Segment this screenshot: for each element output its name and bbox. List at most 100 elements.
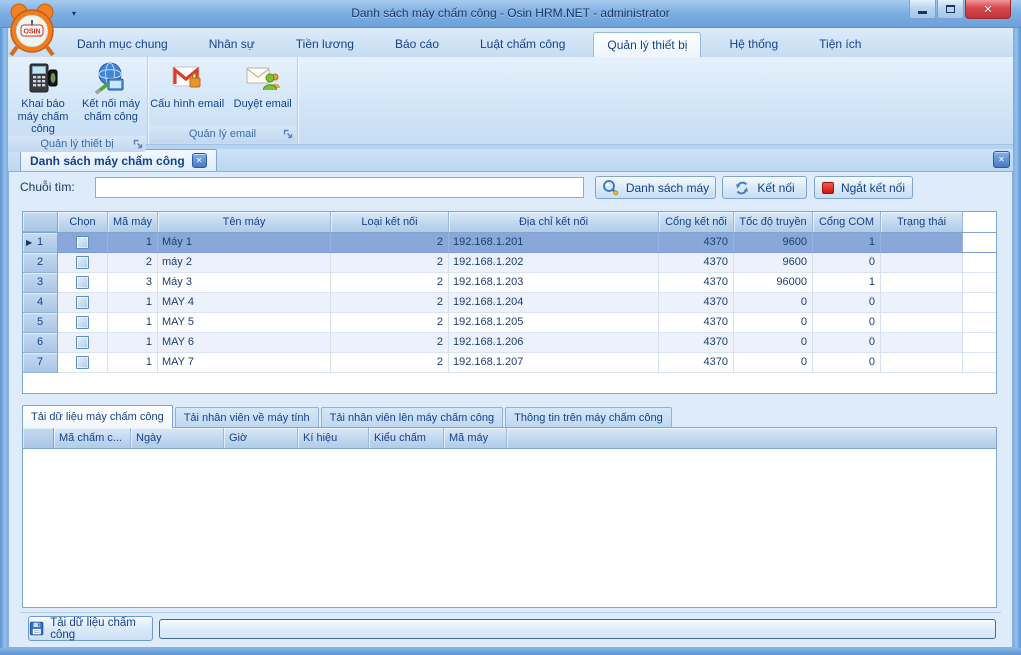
- cell-cong-com[interactable]: 1: [813, 233, 881, 253]
- cell-dia-chi-ket-noi[interactable]: 192.168.1.206: [449, 333, 659, 353]
- cell-trang-thai[interactable]: [881, 253, 963, 273]
- cell-toc-do-truyen[interactable]: 0: [734, 333, 813, 353]
- cell-ten-may[interactable]: MAY 7: [158, 353, 331, 373]
- cell-cong-com[interactable]: 0: [813, 313, 881, 333]
- col-cong-com[interactable]: Cổng COM: [813, 212, 881, 232]
- ribbon-tab[interactable]: Tiền lương: [283, 32, 367, 57]
- cell-chon[interactable]: [58, 273, 108, 293]
- cell-cong-ket-noi[interactable]: 4370: [659, 293, 734, 313]
- cell-toc-do-truyen[interactable]: 0: [734, 313, 813, 333]
- row-indicator[interactable]: 2: [23, 253, 58, 273]
- ket-noi-button[interactable]: Kết nối: [722, 176, 807, 199]
- col-cong-ket-noi[interactable]: Cổng kết nối: [659, 212, 734, 232]
- col-ma-may[interactable]: Mã máy: [108, 212, 158, 232]
- cell-cong-com[interactable]: 0: [813, 353, 881, 373]
- cell-loai-ket-noi[interactable]: 2: [331, 273, 449, 293]
- dialog-launcher-icon[interactable]: [283, 129, 293, 139]
- row-indicator[interactable]: 7: [23, 353, 58, 373]
- tai-du-lieu-cham-cong-button[interactable]: Tải dữ liệu chấm công: [28, 616, 153, 641]
- cell-chon[interactable]: [58, 333, 108, 353]
- panel-close-icon[interactable]: [993, 151, 1010, 168]
- col-ma-may[interactable]: Mã máy: [444, 428, 507, 448]
- cell-chon[interactable]: [58, 353, 108, 373]
- col-kieu-cham[interactable]: Kiểu chấm: [369, 428, 444, 448]
- cell-ten-may[interactable]: MAY 6: [158, 333, 331, 353]
- row-indicator[interactable]: 1: [23, 233, 58, 253]
- cell-trang-thai[interactable]: [881, 333, 963, 353]
- cau-hinh-email-button[interactable]: Cấu hình email: [148, 59, 226, 126]
- row-indicator[interactable]: 5: [23, 313, 58, 333]
- table-row[interactable]: 7 1 MAY 7 2 192.168.1.207 4370 0 0: [23, 353, 996, 373]
- col-toc-do-truyen[interactable]: Tốc độ truyền: [734, 212, 813, 232]
- cell-cong-com[interactable]: 1: [813, 273, 881, 293]
- cell-loai-ket-noi[interactable]: 2: [331, 233, 449, 253]
- khai-bao-may-cham-cong-button[interactable]: Khai báo máy chấm công: [10, 59, 76, 136]
- maximize-button[interactable]: [937, 0, 964, 19]
- cell-dia-chi-ket-noi[interactable]: 192.168.1.205: [449, 313, 659, 333]
- cell-trang-thai[interactable]: [881, 233, 963, 253]
- duyet-email-button[interactable]: Duyệt email: [228, 59, 297, 126]
- detail-tab[interactable]: Tải dữ liệu máy chấm công: [22, 405, 173, 428]
- cell-cong-ket-noi[interactable]: 4370: [659, 253, 734, 273]
- cell-ten-may[interactable]: máy 2: [158, 253, 331, 273]
- col-chon[interactable]: Chọn: [58, 212, 108, 232]
- cell-trang-thai[interactable]: [881, 273, 963, 293]
- ngat-ket-noi-button[interactable]: Ngắt kết nối: [814, 176, 913, 199]
- cell-cong-com[interactable]: 0: [813, 253, 881, 273]
- table-row[interactable]: 3 3 Máy 3 2 192.168.1.203 4370 96000 1: [23, 273, 996, 293]
- detail-tab[interactable]: Tải nhân viên lên máy chấm công: [321, 407, 503, 428]
- table-row[interactable]: 4 1 MAY 4 2 192.168.1.204 4370 0 0: [23, 293, 996, 313]
- cell-ma-may[interactable]: 1: [108, 353, 158, 373]
- cell-trang-thai[interactable]: [881, 313, 963, 333]
- cell-loai-ket-noi[interactable]: 2: [331, 353, 449, 373]
- ribbon-tab[interactable]: Danh mục chung: [64, 32, 181, 57]
- cell-chon[interactable]: [58, 253, 108, 273]
- app-logo-alarm-clock-icon[interactable]: OSIN: [5, 1, 59, 57]
- cell-ma-may[interactable]: 1: [108, 313, 158, 333]
- cell-trang-thai[interactable]: [881, 293, 963, 313]
- cell-ma-may[interactable]: 1: [108, 293, 158, 313]
- cell-trang-thai[interactable]: [881, 353, 963, 373]
- select-checkbox[interactable]: [76, 276, 89, 289]
- cell-cong-com[interactable]: 0: [813, 293, 881, 313]
- cell-toc-do-truyen[interactable]: 9600: [734, 253, 813, 273]
- ribbon-tab[interactable]: Tiện ích: [806, 32, 874, 57]
- cell-cong-ket-noi[interactable]: 4370: [659, 313, 734, 333]
- close-button[interactable]: [965, 0, 1011, 19]
- cell-toc-do-truyen[interactable]: 9600: [734, 233, 813, 253]
- cell-ten-may[interactable]: Máy 1: [158, 233, 331, 253]
- ribbon-tab[interactable]: Luật chấm công: [467, 32, 578, 57]
- cell-chon[interactable]: [58, 293, 108, 313]
- cell-cong-com[interactable]: 0: [813, 333, 881, 353]
- cell-cong-ket-noi[interactable]: 4370: [659, 273, 734, 293]
- cell-loai-ket-noi[interactable]: 2: [331, 293, 449, 313]
- tab-close-icon[interactable]: [192, 153, 207, 168]
- col-ten-may[interactable]: Tên máy: [158, 212, 331, 232]
- cell-loai-ket-noi[interactable]: 2: [331, 333, 449, 353]
- cell-chon[interactable]: [58, 313, 108, 333]
- col-ngay[interactable]: Ngày: [131, 428, 224, 448]
- detail-tab[interactable]: Thông tin trên máy chấm công: [505, 407, 672, 428]
- detail-tab[interactable]: Tải nhân viên về máy tính: [175, 407, 319, 428]
- select-checkbox[interactable]: [76, 236, 89, 249]
- cell-ma-may[interactable]: 1: [108, 333, 158, 353]
- col-loai-ket-noi[interactable]: Loại kết nối: [331, 212, 449, 232]
- select-checkbox[interactable]: [76, 256, 89, 269]
- select-checkbox[interactable]: [76, 356, 89, 369]
- cell-chon[interactable]: [58, 233, 108, 253]
- minimize-button[interactable]: [909, 0, 936, 19]
- ribbon-tab[interactable]: Hệ thống: [716, 32, 791, 57]
- ket-noi-may-cham-cong-button[interactable]: Kết nối máy chấm công: [78, 59, 144, 136]
- col-ma-cham-cong[interactable]: Mã chấm c...: [54, 428, 131, 448]
- cell-dia-chi-ket-noi[interactable]: 192.168.1.201: [449, 233, 659, 253]
- row-indicator[interactable]: 6: [23, 333, 58, 353]
- cell-toc-do-truyen[interactable]: 96000: [734, 273, 813, 293]
- ribbon-tab[interactable]: Quản lý thiết bị: [593, 32, 701, 57]
- cell-toc-do-truyen[interactable]: 0: [734, 293, 813, 313]
- col-dia-chi-ket-noi[interactable]: Địa chỉ kết nối: [449, 212, 659, 232]
- cell-cong-ket-noi[interactable]: 4370: [659, 233, 734, 253]
- cell-cong-ket-noi[interactable]: 4370: [659, 353, 734, 373]
- cell-dia-chi-ket-noi[interactable]: 192.168.1.202: [449, 253, 659, 273]
- select-checkbox[interactable]: [76, 316, 89, 329]
- cell-loai-ket-noi[interactable]: 2: [331, 313, 449, 333]
